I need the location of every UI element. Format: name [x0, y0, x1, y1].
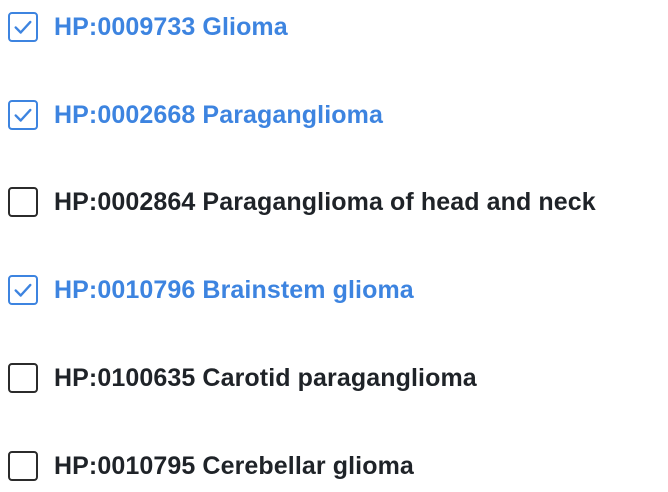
term-row-cerebellar-glioma[interactable]: HP:0010795 Cerebellar glioma — [8, 449, 414, 483]
hpo-term-list: HP:0009733 Glioma HP:0002668 Paraganglio… — [0, 0, 668, 492]
term-row-glioma[interactable]: HP:0009733 Glioma — [8, 10, 288, 44]
term-label: HP:0010796 Brainstem glioma — [54, 275, 414, 304]
term-checkbox[interactable] — [8, 363, 38, 393]
term-label: HP:0009733 Glioma — [54, 12, 288, 41]
term-row-paraganglioma[interactable]: HP:0002668 Paraganglioma — [8, 98, 383, 132]
term-checkbox[interactable] — [8, 187, 38, 217]
term-row-brainstem-glioma[interactable]: HP:0010796 Brainstem glioma — [8, 273, 414, 307]
term-row-carotid-paraganglioma[interactable]: HP:0100635 Carotid paraganglioma — [8, 361, 477, 395]
checkmark-icon — [14, 283, 32, 297]
checkmark-icon — [14, 108, 32, 122]
term-label: HP:0002864 Paraganglioma of head and nec… — [54, 187, 596, 216]
term-label: HP:0100635 Carotid paraganglioma — [54, 363, 477, 392]
term-checkbox[interactable] — [8, 275, 38, 305]
term-label: HP:0002668 Paraganglioma — [54, 100, 383, 129]
checkmark-icon — [14, 20, 32, 34]
term-checkbox[interactable] — [8, 100, 38, 130]
term-checkbox[interactable] — [8, 12, 38, 42]
term-checkbox[interactable] — [8, 451, 38, 481]
term-row-paraganglioma-of-head-and-neck[interactable]: HP:0002864 Paraganglioma of head and nec… — [8, 185, 596, 219]
term-label: HP:0010795 Cerebellar glioma — [54, 451, 414, 480]
